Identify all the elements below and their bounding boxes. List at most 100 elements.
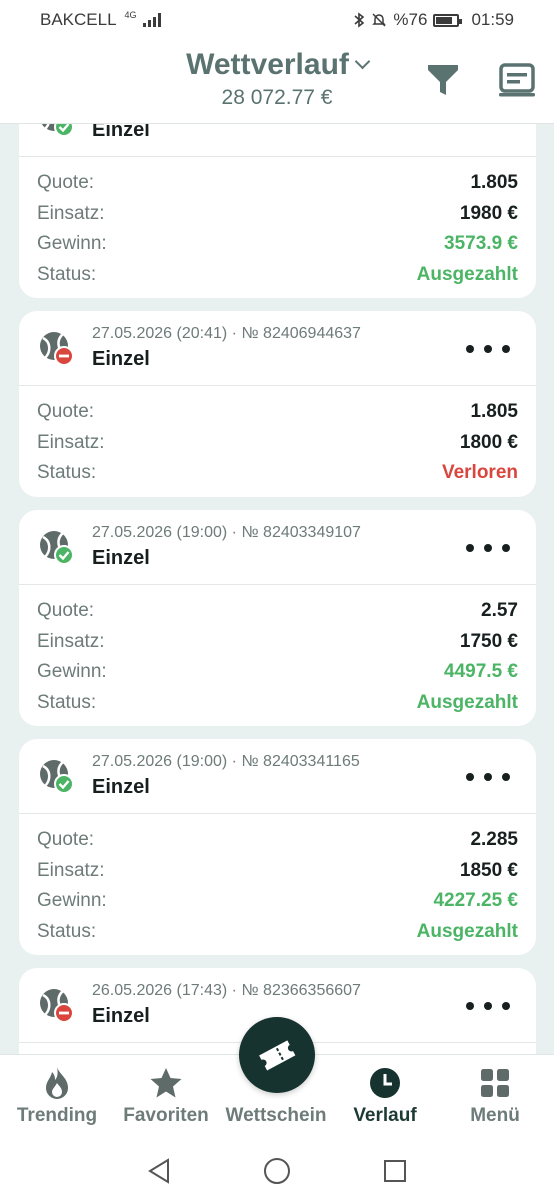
bet-type: Einzel: [92, 124, 150, 141]
bet-meta: 27.05.2026 (19:00) · № 82403349107: [92, 524, 361, 541]
win-value: 4497.5 €: [444, 661, 518, 683]
bet-type: Einzel: [92, 348, 150, 370]
odds-row: Quote: 2.57: [37, 596, 518, 627]
card-list-icon: [499, 63, 535, 97]
more-options-button[interactable]: [466, 996, 510, 1016]
odds-value: 2.285: [470, 829, 518, 851]
bet-card[interactable]: 27.05.2026 (19:00) · № 82403349107 Einze…: [19, 510, 536, 726]
recents-square-icon: [384, 1160, 406, 1182]
stake-label: Einsatz:: [37, 202, 105, 224]
bet-card-header: 27.05.2026 (20:41) · № 82406944637 Einze…: [19, 311, 536, 386]
stake-row: Einsatz: 1980 €: [37, 199, 518, 230]
carrier-name: BAKCELL: [40, 10, 117, 29]
recents-button[interactable]: [380, 1156, 410, 1186]
nav-label: Menü: [470, 1105, 520, 1126]
stake-value: 1800 €: [459, 431, 518, 453]
win-row: Gewinn: 3573.9 €: [37, 229, 518, 260]
status-value: Ausgezahlt: [416, 691, 518, 713]
win-label: Gewinn:: [37, 233, 107, 255]
status-value: Verloren: [441, 462, 518, 484]
nav-trending[interactable]: Trending: [2, 1065, 112, 1127]
tennis-ball-won-icon: [40, 531, 73, 564]
stake-label: Einsatz:: [37, 431, 105, 453]
bet-meta: 27.05.2026 (19:00) · № 82403341165: [92, 753, 360, 770]
battery-icon: [433, 13, 463, 27]
stake-row: Einsatz: 1800 €: [37, 428, 518, 459]
status-label: Status:: [37, 263, 97, 285]
win-label: Gewinn:: [37, 661, 107, 683]
nav-favorites[interactable]: Favoriten: [111, 1065, 221, 1127]
odds-label: Quote:: [37, 401, 95, 423]
bet-card-header: 27.05.2026 (19:00) · № 82403349107 Einze…: [19, 510, 536, 585]
star-icon: [150, 1068, 182, 1098]
home-button[interactable]: [262, 1156, 292, 1186]
network-type: 4G: [124, 10, 137, 20]
tennis-ball-lost-icon: [40, 332, 73, 365]
status-bar: BAKCELL 4G %76 01:59: [0, 0, 554, 40]
stake-row: Einsatz: 1850 €: [37, 856, 518, 887]
more-options-button[interactable]: [466, 339, 510, 359]
status-row: Status: Ausgezahlt: [37, 688, 518, 719]
system-navigation-bar: [0, 1140, 554, 1200]
more-options-button[interactable]: [466, 767, 510, 787]
clock: 01:59: [471, 10, 514, 29]
clock-icon: [370, 1068, 400, 1098]
back-button[interactable]: [144, 1156, 174, 1186]
status-row: Status: Ausgezahlt: [37, 917, 518, 948]
status-left: BAKCELL 4G: [40, 10, 161, 30]
app-header: Wettverlauf 28 072.77 €: [0, 40, 554, 124]
bet-type: Einzel: [92, 547, 150, 569]
battery-percent: %76: [393, 10, 428, 29]
status-row: Status: Verloren: [37, 458, 518, 489]
more-options-button[interactable]: [466, 538, 510, 558]
status-label: Status:: [37, 920, 97, 942]
win-value: 3573.9 €: [444, 233, 518, 255]
stake-value: 1850 €: [459, 859, 518, 881]
bluetooth-icon: [354, 12, 365, 28]
mute-bell-icon: [372, 13, 387, 27]
bet-type: Einzel: [92, 1005, 150, 1027]
odds-label: Quote:: [37, 829, 95, 851]
stake-label: Einsatz:: [37, 859, 105, 881]
filter-button[interactable]: [423, 60, 463, 100]
nav-label: Trending: [16, 1105, 98, 1126]
win-label: Gewinn:: [37, 890, 107, 912]
bottom-navigation: Trending Favoriten Wettschein Verlauf Me…: [0, 1017, 554, 1140]
status-right: %76 01:59: [353, 10, 514, 30]
filter-icon: [428, 65, 458, 95]
view-toggle-button[interactable]: [497, 60, 537, 100]
odds-label: Quote:: [37, 600, 95, 622]
bet-meta: 27.05.2026 (20:41) · № 82406944637: [92, 325, 361, 342]
win-value: 4227.25 €: [433, 890, 518, 912]
odds-value: 2.57: [481, 600, 518, 622]
bet-card[interactable]: 27.05.2026 (20:41) · № 82406944637 Einze…: [19, 311, 536, 497]
odds-label: Quote:: [37, 172, 95, 194]
status-label: Status:: [37, 691, 97, 713]
chevron-down-icon: [354, 53, 371, 70]
nav-label: Wettschein: [225, 1105, 327, 1126]
nav-betslip[interactable]: Wettschein: [221, 1065, 331, 1127]
stake-value: 1750 €: [459, 630, 518, 652]
nav-menu[interactable]: Menü: [440, 1065, 550, 1127]
stake-value: 1980 €: [459, 202, 518, 224]
grid-icon: [481, 1069, 509, 1097]
stake-row: Einsatz: 1750 €: [37, 627, 518, 658]
bet-card[interactable]: Einzel Quote: 1.805 Einsatz: 1980 € Gewinn…: [19, 124, 536, 298]
odds-value: 1.805: [470, 401, 518, 423]
nav-history[interactable]: Verlauf: [330, 1065, 440, 1127]
balance: 28 072.77 €: [221, 86, 333, 109]
tennis-ball-lost-icon: [40, 989, 73, 1022]
bet-card-header: Einzel: [19, 124, 536, 157]
bet-card[interactable]: 27.05.2026 (19:00) · № 82403341165 Einze…: [19, 739, 536, 955]
bet-history-list[interactable]: Einzel Quote: 1.805 Einsatz: 1980 € Gewinn…: [0, 124, 554, 1054]
nav-label: Verlauf: [353, 1105, 417, 1126]
win-row: Gewinn: 4227.25 €: [37, 886, 518, 917]
odds-value: 1.805: [470, 172, 518, 194]
status-value: Ausgezahlt: [416, 920, 518, 942]
title-dropdown[interactable]: Wettverlauf 28 072.77 €: [0, 48, 554, 110]
odds-row: Quote: 1.805: [37, 397, 518, 428]
win-row: Gewinn: 4497.5 €: [37, 657, 518, 688]
status-value: Ausgezahlt: [416, 263, 518, 285]
status-row: Status: Ausgezahlt: [37, 260, 518, 291]
back-triangle-icon: [148, 1158, 169, 1184]
